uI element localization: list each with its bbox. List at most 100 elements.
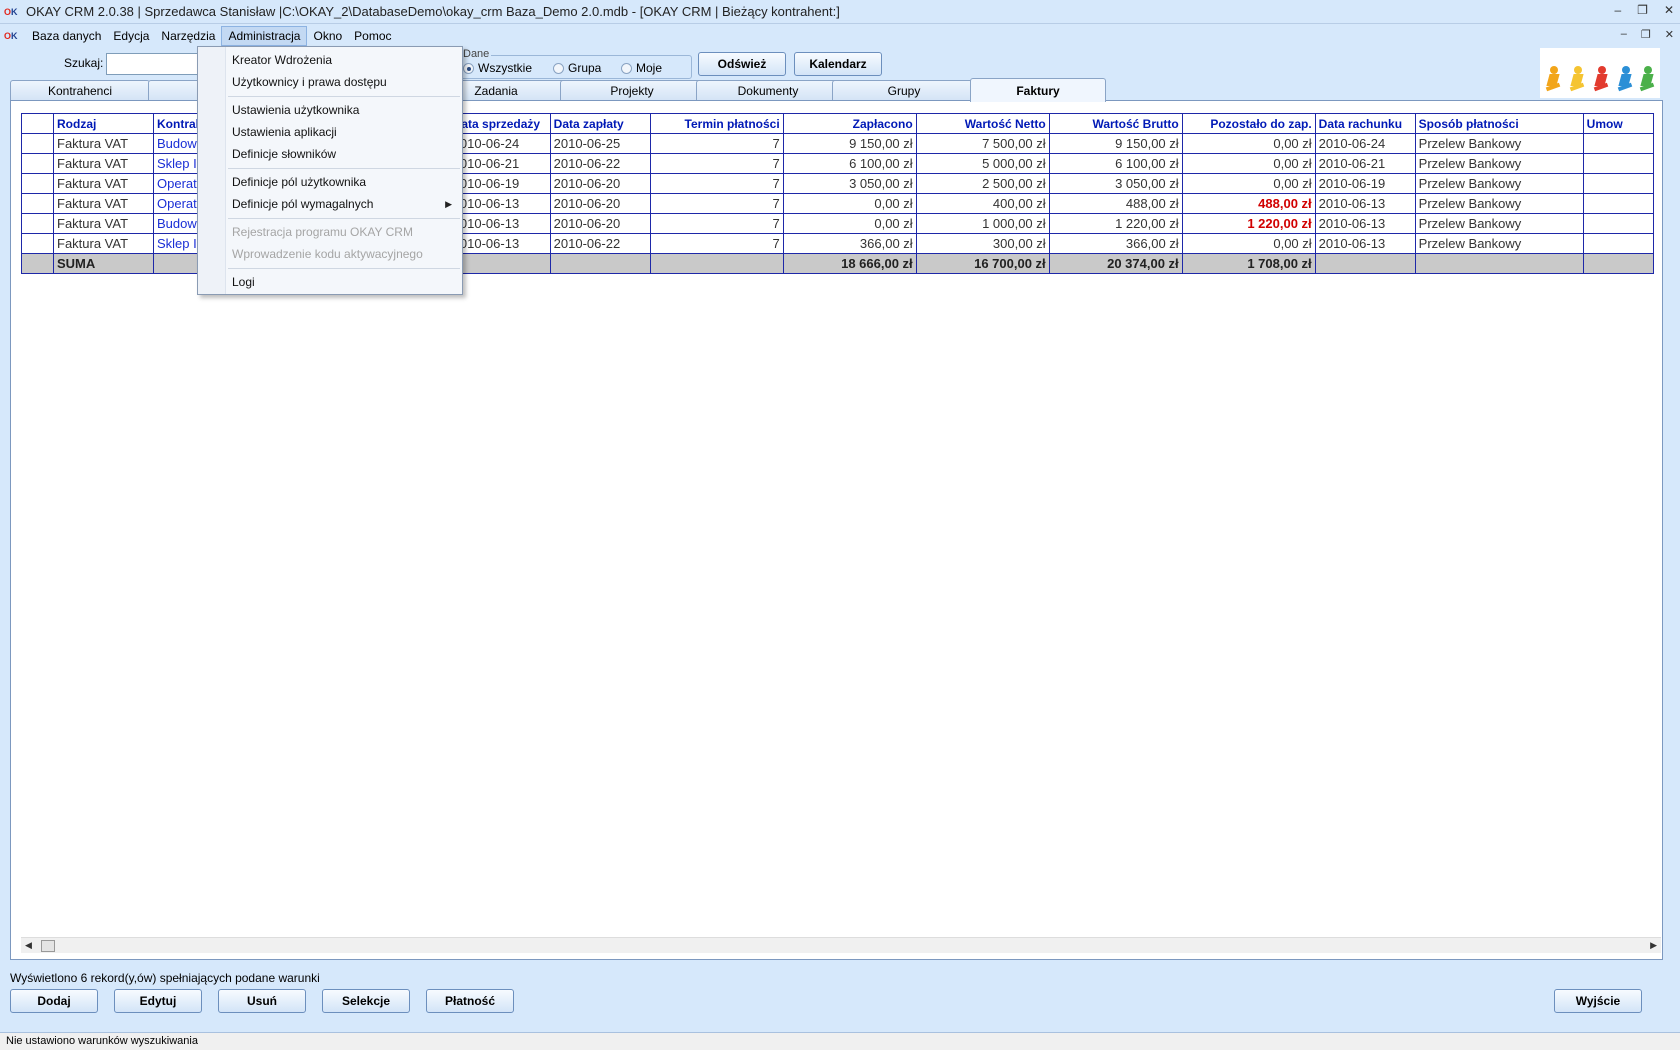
tab-projekty[interactable]: Projekty	[560, 80, 704, 101]
col-header-rodzaj[interactable]: Rodzaj	[53, 113, 154, 134]
col-header-zaplacono[interactable]: Zapłacono	[782, 113, 917, 134]
menu-item-definicje-slownikow[interactable]: Definicje słowników	[232, 147, 336, 161]
horizontal-scrollbar[interactable]: ◀ ▶	[21, 937, 1661, 953]
menu-administracja[interactable]: Administracja	[221, 26, 308, 46]
cell-zaplacono: 366,00 zł	[782, 233, 917, 254]
scroll-thumb[interactable]	[41, 940, 55, 952]
add-button[interactable]: Dodaj	[10, 989, 98, 1013]
runner-icon	[1592, 66, 1610, 92]
col-header-selector[interactable]	[21, 113, 54, 134]
menu-item-definicje-pol-wymagalnych[interactable]: Definicje pól wymagalnych	[232, 197, 373, 211]
cell-pozostalo: 488,00 zł	[1181, 193, 1316, 214]
cell-zaplacono: 6 100,00 zł	[782, 153, 917, 174]
mdi-minimize-icon[interactable]: –	[1621, 28, 1627, 41]
col-header-wartosc-netto[interactable]: Wartość Netto	[915, 113, 1050, 134]
mdi-restore-icon[interactable]: ❐	[1641, 28, 1651, 41]
radio-grupa[interactable]: Grupa	[553, 61, 601, 75]
search-input[interactable]	[106, 53, 206, 75]
menu-edycja[interactable]: Edycja	[107, 27, 155, 45]
mdi-close-icon[interactable]: ✕	[1665, 28, 1674, 41]
menu-narzedzia[interactable]: Narzędzia	[155, 27, 221, 45]
col-header-wartosc-brutto[interactable]: Wartość Brutto	[1048, 113, 1183, 134]
menu-item-kreator-wdrozenia[interactable]: Kreator Wdrożenia	[232, 53, 332, 67]
col-header-termin-platnosci[interactable]: Termin płatności	[649, 113, 784, 134]
col-header-data-zaplaty[interactable]: Data zapłaty	[549, 113, 651, 134]
cell-rodzaj: Faktura VAT	[53, 173, 154, 194]
menu-item-definicje-pol-uzytkownika[interactable]: Definicje pól użytkownika	[232, 175, 366, 189]
menu-item-rejestracja: Rejestracja programu OKAY CRM	[232, 225, 413, 239]
col-header-sposob-platnosci[interactable]: Sposób płatności	[1414, 113, 1584, 134]
cell-sposob-platnosci: Przelew Bankowy	[1414, 173, 1584, 194]
cell-data-sprzedazy: 2010-06-13	[448, 233, 551, 254]
tab-grupy[interactable]: Grupy	[832, 80, 976, 101]
data-filter-group: Dane Wszystkie Grupa Moje	[456, 48, 692, 79]
cell-umowa	[1582, 213, 1654, 234]
menu-item-logi[interactable]: Logi	[232, 275, 255, 289]
menu-okno[interactable]: Okno	[307, 27, 348, 45]
cell-zaplacono: 0,00 zł	[782, 193, 917, 214]
cell-data-zaplaty: 2010-06-22	[549, 233, 651, 254]
menu-item-uzytkownicy[interactable]: Użytkownicy i prawa dostępu	[232, 75, 387, 89]
cell-wartosc-netto: 2 500,00 zł	[915, 173, 1050, 194]
calendar-button[interactable]: Kalendarz	[794, 52, 882, 76]
title-bar: OK OKAY CRM 2.0.38 | Sprzedawca Stanisła…	[0, 0, 1680, 24]
cell-rodzaj: Faktura VAT	[53, 213, 154, 234]
tab-dokumenty[interactable]: Dokumenty	[696, 80, 840, 101]
radio-wszystkie[interactable]: Wszystkie	[463, 61, 532, 75]
mdi-logo-icon[interactable]: OK	[4, 30, 22, 42]
records-count-message: Wyświetlono 6 rekord(y,ów) spełniających…	[10, 971, 320, 985]
cell-umowa	[1582, 193, 1654, 214]
menu-bar: OK Baza danych Edycja Narzędzia Administ…	[0, 26, 1680, 46]
tab-kontrahenci[interactable]: Kontrahenci	[10, 80, 150, 101]
radio-moje[interactable]: Moje	[621, 61, 662, 75]
col-header-data-sprzedazy[interactable]: Data sprzedaży	[448, 113, 551, 134]
administracja-dropdown-menu: Kreator Wdrożenia Użytkownicy i prawa do…	[197, 46, 463, 295]
scroll-right-icon[interactable]: ▶	[1650, 940, 1657, 951]
sum-cell-wartosc-brutto: 20 374,00 zł	[1048, 253, 1183, 274]
cell-pozostalo: 0,00 zł	[1181, 233, 1316, 254]
cell-data-zaplaty: 2010-06-20	[549, 213, 651, 234]
cell-wartosc-netto: 5 000,00 zł	[915, 153, 1050, 174]
cell-data-rachunku: 2010-06-13	[1314, 233, 1416, 254]
minimize-icon[interactable]: –	[1614, 3, 1621, 17]
col-header-data-rachunku[interactable]: Data rachunku	[1314, 113, 1416, 134]
cell-data-zaplaty: 2010-06-20	[549, 193, 651, 214]
cell-wartosc-brutto: 6 100,00 zł	[1048, 153, 1183, 174]
close-icon[interactable]: ✕	[1664, 3, 1674, 17]
menu-item-kod-aktywacyjny: Wprowadzenie kodu aktywacyjnego	[232, 247, 423, 261]
restore-icon[interactable]: ❐	[1637, 3, 1648, 17]
cell-data-sprzedazy: 2010-06-13	[448, 193, 551, 214]
col-header-pozostalo[interactable]: Pozostało do zap.	[1181, 113, 1316, 134]
sum-cell-data-zaplaty	[549, 253, 651, 274]
menu-item-ustawienia-aplikacji[interactable]: Ustawienia aplikacji	[232, 125, 337, 139]
window-title: OKAY CRM 2.0.38 | Sprzedawca Stanisław |…	[26, 4, 840, 19]
menu-baza-danych[interactable]: Baza danych	[26, 27, 107, 45]
cell-sposob-platnosci: Przelew Bankowy	[1414, 133, 1584, 154]
col-header-umowa[interactable]: Umow	[1582, 113, 1654, 134]
delete-button[interactable]: Usuń	[218, 989, 306, 1013]
cell-zaplacono: 9 150,00 zł	[782, 133, 917, 154]
cell-zaplacono: 0,00 zł	[782, 213, 917, 234]
cell-termin-platnosci: 7	[649, 173, 784, 194]
runner-icon	[1616, 66, 1634, 92]
tab-faktury[interactable]: Faktury	[970, 78, 1106, 102]
menu-item-ustawienia-uzytkownika[interactable]: Ustawienia użytkownika	[232, 103, 359, 117]
cell-termin-platnosci: 7	[649, 213, 784, 234]
cell-data-sprzedazy: 2010-06-13	[448, 213, 551, 234]
scroll-left-icon[interactable]: ◀	[25, 940, 32, 951]
radio-icon	[621, 62, 632, 74]
cell-umowa	[1582, 133, 1654, 154]
edit-button[interactable]: Edytuj	[114, 989, 202, 1013]
exit-button[interactable]: Wyjście	[1554, 989, 1642, 1013]
cell-zaplacono: 3 050,00 zł	[782, 173, 917, 194]
cell-termin-platnosci: 7	[649, 193, 784, 214]
sum-cell-wartosc-netto: 16 700,00 zł	[915, 253, 1050, 274]
selections-button[interactable]: Selekcje	[322, 989, 410, 1013]
payment-button[interactable]: Płatność	[426, 989, 514, 1013]
cell-wartosc-netto: 300,00 zł	[915, 233, 1050, 254]
menu-pomoc[interactable]: Pomoc	[348, 27, 397, 45]
cell-wartosc-netto: 400,00 zł	[915, 193, 1050, 214]
radio-icon	[553, 62, 564, 74]
cell-wartosc-brutto: 366,00 zł	[1048, 233, 1183, 254]
refresh-button[interactable]: Odśwież	[698, 52, 786, 76]
